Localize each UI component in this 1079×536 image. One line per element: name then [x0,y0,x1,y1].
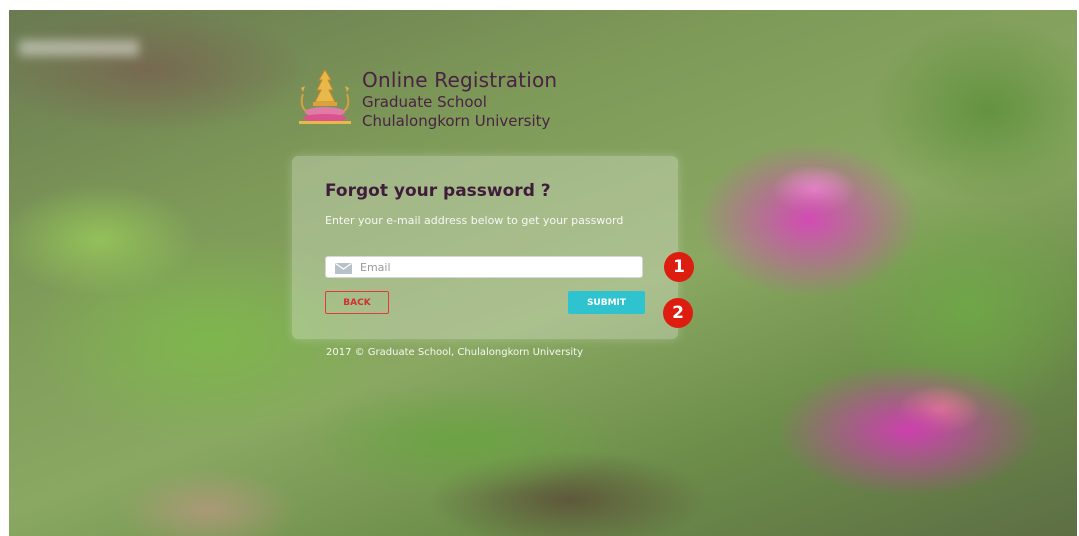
app-title: Online Registration [362,68,558,92]
background-watermark [19,40,139,56]
university-name: Chulalongkorn University [362,112,551,130]
panel-description: Enter your e-mail address below to get y… [325,214,624,227]
school-name: Graduate School [362,93,487,111]
forgot-password-panel: Forgot your password ? Enter your e-mail… [292,156,678,339]
submit-button[interactable]: SUBMIT [568,291,645,314]
university-crest-icon [299,69,351,124]
panel-heading: Forgot your password ? [325,181,551,201]
email-input[interactable] [360,257,630,277]
annotation-marker-1: 1 [664,252,694,282]
copyright-text: 2017 © Graduate School, Chulalongkorn Un… [326,347,584,358]
back-button[interactable]: BACK [325,291,389,314]
email-field[interactable] [325,256,643,278]
site-header: Online Registration Graduate School Chul… [295,66,655,130]
envelope-icon [335,263,352,274]
annotation-marker-2: 2 [663,298,693,328]
